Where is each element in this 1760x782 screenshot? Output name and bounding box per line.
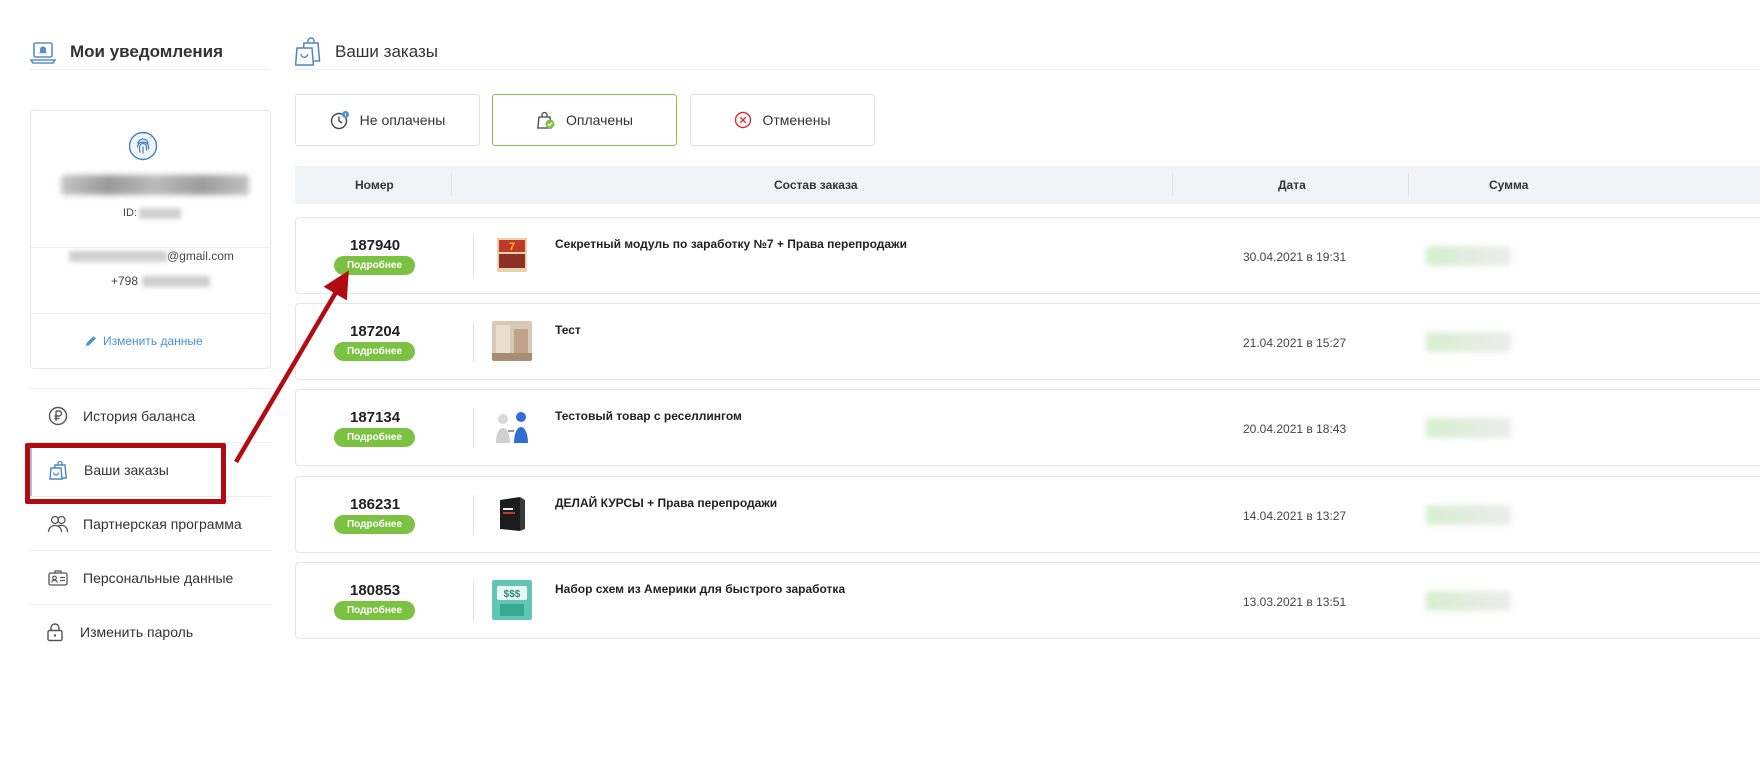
order-sum-redacted <box>1426 418 1511 438</box>
sidebar-item-label: Ваши заказы <box>84 461 169 478</box>
profile-card: ID: @gmail.com +798 Изменить данные <box>30 110 271 369</box>
product-thumbnail[interactable] <box>492 494 532 534</box>
sidebar-item-partner-program[interactable]: Партнерская программа <box>30 496 271 550</box>
table-row: 187134 Подробнее Тестовый товар с реселл… <box>295 389 1760 466</box>
ruble-icon <box>47 405 69 427</box>
tab-unpaid[interactable]: Не оплачены <box>295 94 480 146</box>
product-thumbnail[interactable]: 7 <box>492 235 532 275</box>
orders-table-header: Номер Состав заказа Дата Сумма <box>295 166 1760 204</box>
details-button[interactable]: Подробнее <box>334 428 415 447</box>
user-name-redacted <box>61 175 249 195</box>
order-date: 13.03.2021 в 13:51 <box>1243 595 1347 609</box>
product-name[interactable]: ДЕЛАЙ КУРСЫ + Права перепродажи <box>555 496 777 510</box>
sidebar-menu: История баланса Ваши заказы Партнерская … <box>30 388 271 658</box>
card-divider <box>31 247 270 248</box>
phone-redacted <box>142 275 211 287</box>
edit-profile-label: Изменить данные <box>103 334 203 348</box>
tab-label: Отменены <box>762 112 831 128</box>
orders-header: Ваши заказы <box>295 30 1760 70</box>
pencil-icon <box>86 336 96 346</box>
details-button[interactable]: Подробнее <box>334 515 415 534</box>
order-date: 21.04.2021 в 15:27 <box>1243 336 1347 350</box>
sidebar-item-orders[interactable]: Ваши заказы <box>30 442 271 496</box>
partners-icon <box>47 513 69 535</box>
order-number: 180853 <box>350 582 401 599</box>
row-separator <box>473 408 474 448</box>
sidebar-item-label: Партнерская программа <box>83 515 242 532</box>
tab-cancelled[interactable]: Отменены <box>690 94 875 146</box>
order-number: 186231 <box>350 496 401 513</box>
column-header-contents: Состав заказа <box>774 178 858 192</box>
card-divider <box>31 313 270 314</box>
sidebar-item-change-password[interactable]: Изменить пароль <box>30 604 271 658</box>
lock-icon <box>44 621 66 643</box>
column-separator <box>1408 174 1409 196</box>
order-number: 187940 <box>350 237 401 254</box>
details-button[interactable]: Подробнее <box>334 342 415 361</box>
order-sum-redacted <box>1426 332 1511 352</box>
order-number: 187204 <box>350 323 401 340</box>
product-name[interactable]: Тест <box>555 323 581 337</box>
user-email-suffix: @gmail.com <box>167 249 234 263</box>
sidebar-item-balance-history[interactable]: История баланса <box>30 388 271 442</box>
table-row: 180853 Подробнее $$$ Набор схем из Амери… <box>295 562 1760 639</box>
user-id-label: ID: <box>123 207 138 219</box>
details-button[interactable]: Подробнее <box>334 601 415 620</box>
order-date: 20.04.2021 в 18:43 <box>1243 422 1347 436</box>
order-date: 14.04.2021 в 13:27 <box>1243 509 1347 523</box>
shopping-bags-icon <box>295 37 321 66</box>
product-name[interactable]: Набор схем из Америки для быстрого зараб… <box>555 582 845 596</box>
table-row: 186231 Подробнее ДЕЛАЙ КУРСЫ + Права пер… <box>295 476 1760 553</box>
shopping-bag-icon <box>48 459 70 481</box>
tab-paid[interactable]: Оплачены <box>492 94 677 146</box>
user-phone-row: +798 <box>111 274 211 288</box>
row-separator <box>473 581 474 621</box>
product-thumbnail[interactable] <box>492 407 532 447</box>
row-separator <box>473 236 474 276</box>
id-card-icon <box>47 567 69 589</box>
row-separator <box>473 322 474 362</box>
table-row: 187940 Подробнее 7 Секретный модуль по з… <box>295 217 1760 294</box>
sidebar-item-label: История баланса <box>83 407 196 424</box>
email-local-redacted <box>69 250 167 262</box>
user-id-row: ID: <box>123 207 182 219</box>
column-header-date: Дата <box>1278 178 1306 192</box>
page-title: Ваши заказы <box>335 42 438 61</box>
edit-profile-link[interactable]: Изменить данные <box>85 334 203 348</box>
order-sum-redacted <box>1426 246 1511 266</box>
user-phone-prefix: +798 <box>111 274 139 288</box>
notification-laptop-icon <box>30 42 56 64</box>
tab-label: Не оплачены <box>359 112 446 128</box>
user-email-row: @gmail.com <box>69 249 234 263</box>
product-thumbnail[interactable]: $$$ <box>492 580 532 620</box>
sidebar-item-personal-data[interactable]: Персональные данные <box>30 550 271 604</box>
order-sum-redacted <box>1426 591 1511 611</box>
sidebar-header: Мои уведомления <box>30 30 270 70</box>
table-row: 187204 Подробнее Тест 21.04.2021 в 15:27 <box>295 303 1760 380</box>
details-button[interactable]: Подробнее <box>334 256 415 275</box>
paid-bag-icon <box>537 111 555 129</box>
column-separator <box>1172 174 1173 196</box>
order-date: 30.04.2021 в 19:31 <box>1243 250 1347 264</box>
order-number: 187134 <box>350 409 401 426</box>
sidebar-item-label: Изменить пароль <box>80 623 194 640</box>
notifications-title: Мои уведомления <box>70 42 224 61</box>
clock-icon <box>330 111 349 130</box>
order-sum-redacted <box>1426 505 1511 525</box>
product-name[interactable]: Тестовый товар с реселлингом <box>555 409 742 423</box>
fingerprint-avatar-icon <box>128 131 158 161</box>
user-id-redacted <box>139 207 182 219</box>
cancel-icon <box>735 111 752 129</box>
row-separator <box>473 495 474 535</box>
product-thumbnail[interactable] <box>492 321 532 361</box>
svg-text:$$$: $$$ <box>504 589 521 600</box>
column-header-number: Номер <box>355 178 394 192</box>
column-separator <box>451 174 452 196</box>
product-name[interactable]: Секретный модуль по заработку №7 + Права… <box>555 237 907 251</box>
tab-label: Оплачены <box>566 112 633 128</box>
column-header-sum: Сумма <box>1489 178 1529 192</box>
svg-text:7: 7 <box>509 241 515 253</box>
sidebar-item-label: Персональные данные <box>83 569 234 586</box>
